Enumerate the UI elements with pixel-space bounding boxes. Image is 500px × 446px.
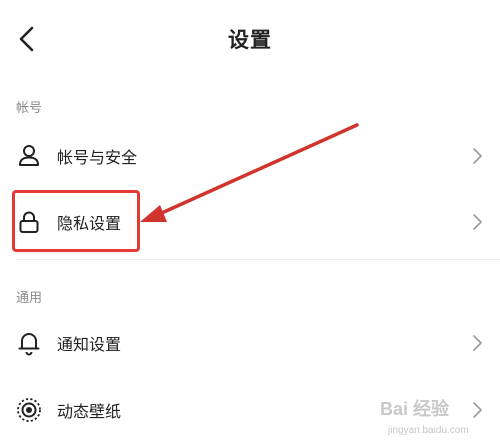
watermark-logo-text: Bai 经验 (380, 399, 450, 419)
row-live-wallpaper-label: 动态壁纸 (57, 402, 122, 421)
row-notification-settings[interactable]: 通知设置 (0, 311, 500, 373)
row-account-security[interactable]: 帐号与安全 (0, 124, 500, 186)
wallpaper-icon (17, 398, 41, 422)
watermark: Bai 经验 jingyan.baidu.com (380, 395, 498, 443)
watermark-url: jingyan.baidu.com (388, 425, 469, 436)
user-icon (19, 145, 39, 166)
chevron-right-icon (473, 148, 482, 164)
section-label-general: 通用 (16, 291, 43, 306)
bell-icon (18, 333, 40, 356)
row-account-security-label: 帐号与安全 (57, 148, 138, 167)
section-label-account: 帐号 (16, 101, 43, 116)
chevron-right-icon (473, 335, 482, 351)
page-title: 设置 (228, 28, 272, 52)
row-notification-settings-label: 通知设置 (57, 335, 122, 354)
chevron-right-icon (473, 214, 482, 230)
highlight-box (12, 190, 140, 252)
top-bar: 设置 (0, 0, 500, 78)
divider (16, 259, 500, 260)
